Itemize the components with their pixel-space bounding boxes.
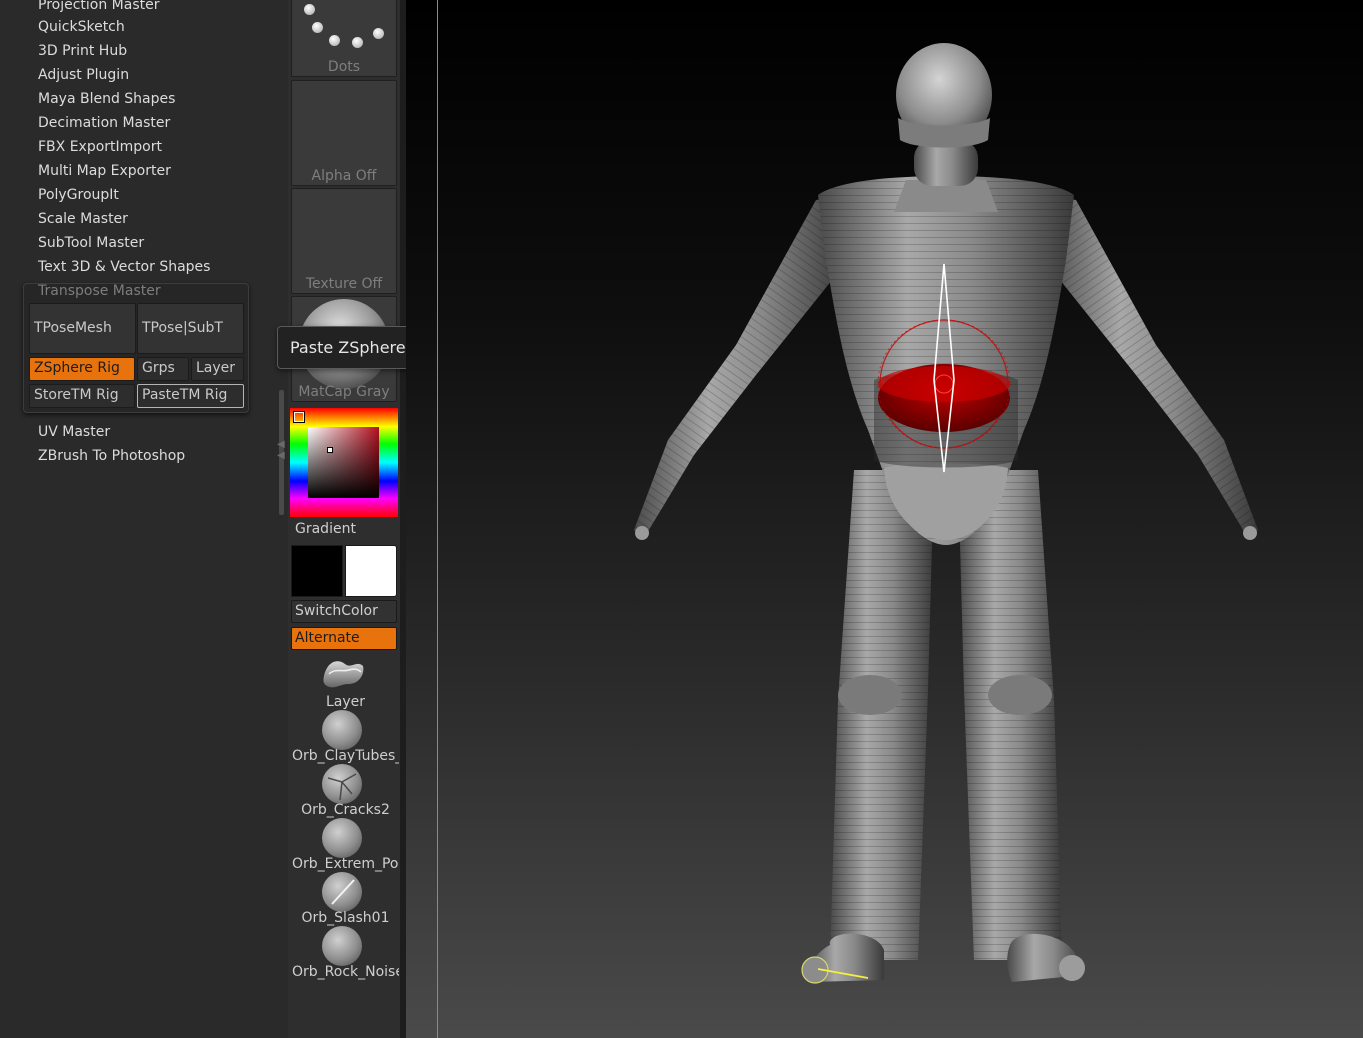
layer-toggle[interactable]: Layer <box>191 357 244 381</box>
transpose-master-title[interactable]: Transpose Master <box>38 283 161 299</box>
brush-orb-claytubes[interactable]: Orb_ClayTubes_ <box>289 708 399 764</box>
rock-noise-brush-icon <box>322 926 362 966</box>
plugin-adjust-plugin[interactable]: Adjust Plugin <box>38 66 129 84</box>
plugin-3d-print-hub[interactable]: 3D Print Hub <box>38 42 127 60</box>
color-saturation-square[interactable] <box>308 427 379 498</box>
stroke-selector[interactable]: Dots <box>291 0 397 77</box>
zsphere-rig-toggle[interactable]: ZSphere Rig <box>29 357 135 381</box>
claytubes-brush-icon <box>322 710 362 750</box>
plugin-polygroupit[interactable]: PolyGroupIt <box>38 186 119 204</box>
plugin-scale-master[interactable]: Scale Master <box>38 210 128 228</box>
store-tm-rig-button[interactable]: StoreTM Rig <box>29 384 135 408</box>
plugin-multi-map-exporter[interactable]: Multi Map Exporter <box>38 162 171 180</box>
plugin-text-3d-vector-shapes[interactable]: Text 3D & Vector Shapes <box>38 258 210 276</box>
dot-icon <box>329 35 340 46</box>
hue-marker[interactable] <box>294 412 304 422</box>
slash-brush-icon <box>322 872 362 912</box>
tpose-subt-button[interactable]: TPose|SubT <box>137 303 244 354</box>
collapse-right-icon[interactable]: ◀ <box>277 451 285 461</box>
texture-selector[interactable]: Texture Off <box>291 188 397 294</box>
secondary-color-swatch[interactable] <box>345 545 397 597</box>
texture-label: Texture Off <box>305 276 383 292</box>
plugin-zbrush-to-photoshop[interactable]: ZBrush To Photoshop <box>38 447 185 465</box>
transpose-master-group: Transpose Master TPoseMesh TPose|SubT ZS… <box>23 283 249 413</box>
right-leg <box>958 470 1085 982</box>
brush-orb-rock-noise[interactable]: Orb_Rock_Noise <box>289 924 399 980</box>
material-label: MatCap Gray <box>298 384 390 400</box>
dot-icon <box>373 28 384 39</box>
zsphere-figure[interactable] <box>406 0 1363 1038</box>
main-color-swatch[interactable] <box>291 545 343 597</box>
canvas-viewport[interactable] <box>406 0 1363 1038</box>
head <box>896 43 992 186</box>
plugin-maya-blend-shapes[interactable]: Maya Blend Shapes <box>38 90 175 108</box>
tposemesh-button[interactable]: TPoseMesh <box>29 303 136 354</box>
dot-icon <box>304 4 315 15</box>
plugin-fbx-exportimport[interactable]: FBX ExportImport <box>38 138 162 156</box>
switch-color-button[interactable]: SwitchColor <box>291 600 397 623</box>
stroke-label: Dots <box>327 59 361 75</box>
grps-toggle[interactable]: Grps <box>137 357 189 381</box>
panel-divider[interactable] <box>276 0 288 1038</box>
layer-brush-icon <box>323 661 364 688</box>
left-leg <box>808 470 934 982</box>
alternate-toggle[interactable]: Alternate <box>291 627 397 650</box>
plugin-decimation-master[interactable]: Decimation Master <box>38 114 170 132</box>
brush-orb-cracks2[interactable]: Orb_Cracks2 <box>289 762 399 818</box>
plugin-subtool-master[interactable]: SubTool Master <box>38 234 144 252</box>
brush-label: Orb_Rock_Noise <box>292 964 399 980</box>
gradient-label[interactable]: Gradient <box>295 521 356 537</box>
left-arm <box>634 195 846 540</box>
plugin-quicksketch[interactable]: QuickSketch <box>38 18 125 36</box>
alpha-selector[interactable]: Alpha Off <box>291 80 397 186</box>
extrem-pol-brush-icon <box>322 818 362 858</box>
right-arm <box>1046 195 1258 540</box>
saturation-marker[interactable] <box>327 447 333 453</box>
brush-layer[interactable]: Layer <box>289 654 399 710</box>
cracks-brush-icon <box>322 764 362 804</box>
paste-tm-rig-button[interactable]: PasteTM Rig <box>137 384 244 408</box>
collapse-left-icon[interactable]: ◀ <box>277 440 285 450</box>
dot-icon <box>352 37 363 48</box>
brush-orb-slash01[interactable]: Orb_Slash01 <box>289 870 399 926</box>
plugin-uv-master[interactable]: UV Master <box>38 423 110 441</box>
plugin-projection-master[interactable]: Projection Master <box>38 0 160 14</box>
brush-orb-extrem-pol[interactable]: Orb_Extrem_Pol <box>289 816 399 872</box>
alpha-label: Alpha Off <box>311 168 377 184</box>
color-picker[interactable] <box>290 408 398 517</box>
plugin-panel: Projection Master QuickSketch 3D Print H… <box>0 0 276 1038</box>
dot-icon <box>312 22 323 33</box>
